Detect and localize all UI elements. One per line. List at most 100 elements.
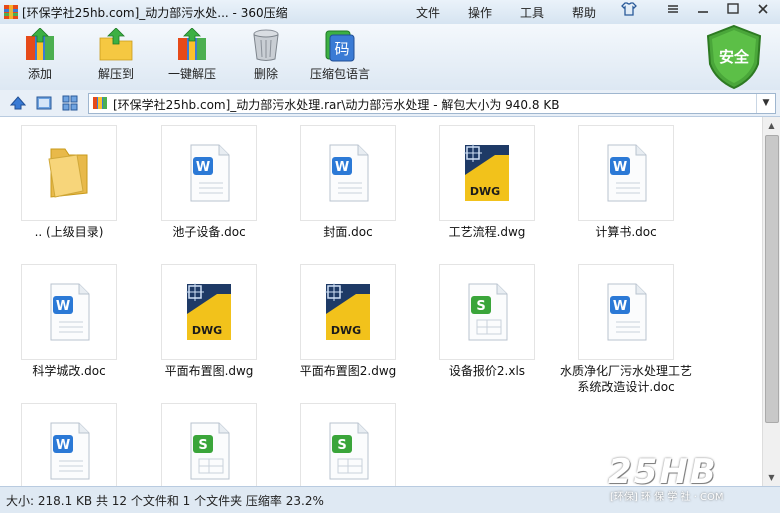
file-thumbnail: DWG: [161, 264, 257, 360]
folder-icon: [48, 148, 88, 198]
add-archive-icon: [26, 28, 54, 60]
path-dropdown-icon[interactable]: ▼: [756, 94, 775, 113]
file-item[interactable]: S 设备报价2.xls: [417, 260, 557, 392]
file-thumbnail: W: [21, 264, 117, 360]
archive-language-badge: 码: [334, 40, 349, 58]
shield-icon: 安全: [706, 24, 762, 90]
path-field[interactable]: [环保学社25hb.com]_动力部污水处理.rar\动力部污水处理 - 解包大…: [88, 93, 776, 114]
up-level-icon[interactable]: [10, 95, 26, 111]
file-thumbnail: S: [161, 403, 257, 486]
scroll-up-icon[interactable]: ▲: [763, 117, 780, 134]
vertical-scrollbar[interactable]: ▲ ▼: [762, 117, 780, 486]
word-doc-icon: W: [607, 283, 647, 341]
menu-file[interactable]: 文件: [416, 4, 440, 21]
file-name: 设备报价2.xls: [448, 364, 526, 378]
file-thumbnail: W: [161, 125, 257, 221]
excel-xls-icon: S: [329, 422, 369, 480]
svg-text:W: W: [56, 438, 70, 453]
delete-trash-icon: [253, 29, 279, 61]
file-thumbnail: DWG: [439, 125, 535, 221]
excel-xls-icon: S: [190, 422, 230, 480]
file-item[interactable]: W 封面.doc: [278, 121, 418, 253]
menu-help[interactable]: 帮助: [572, 4, 596, 21]
security-shield[interactable]: 安全: [704, 24, 764, 90]
file-thumbnail: W: [578, 264, 674, 360]
scrollbar-thumb[interactable]: [765, 135, 779, 423]
file-name: 计算书.doc: [595, 225, 657, 239]
svg-text:W: W: [196, 160, 210, 175]
file-thumbnail: DWG: [300, 264, 396, 360]
word-doc-icon: W: [190, 144, 230, 202]
delete-label: 删除: [253, 67, 278, 81]
file-name: 水质净化厂污水处理工艺 系统改造设计.doc: [556, 363, 696, 395]
extract-to-label: 解压到: [97, 67, 134, 81]
title-bar: [环保学社25hb.com]_动力部污水处... - 360压缩 文件 操作 工…: [0, 0, 780, 24]
file-item[interactable]: DWG 平面布置图.dwg: [139, 260, 279, 392]
svg-text:S: S: [476, 299, 485, 314]
svg-text:DWG: DWG: [331, 324, 361, 337]
file-thumbnail: W: [300, 125, 396, 221]
window-title: [环保学社25hb.com]_动力部污水处... - 360压缩: [22, 6, 288, 20]
app-logo-icon: [4, 5, 18, 19]
svg-text:W: W: [335, 160, 349, 175]
file-name: 平面布置图.dwg: [164, 364, 254, 378]
file-thumbnail: W: [578, 125, 674, 221]
file-item-parent-folder[interactable]: .. (上级目录): [0, 121, 139, 253]
file-item[interactable]: DWG 工艺流程.dwg: [417, 121, 557, 253]
file-name: .. (上级目录): [34, 225, 104, 239]
skin-shirt-icon[interactable]: [618, 2, 640, 20]
file-item[interactable]: W: [0, 399, 139, 486]
file-item[interactable]: W 池子设备.doc: [139, 121, 279, 253]
file-item[interactable]: S: [278, 399, 418, 486]
add-button-label: 添加: [27, 67, 52, 81]
svg-text:S: S: [198, 438, 207, 453]
dwg-file-icon: DWG: [186, 283, 231, 340]
svg-text:S: S: [337, 438, 346, 453]
dwg-file-icon: DWG: [464, 144, 509, 201]
site-watermark: 25HB [环保] 环 保 学 社 · COM: [604, 452, 774, 508]
word-doc-icon: W: [50, 283, 90, 341]
file-name: 科学城改.doc: [32, 364, 106, 378]
watermark-logo: 25HB: [608, 452, 718, 492]
word-doc-icon: W: [50, 422, 90, 480]
file-name: 封面.doc: [323, 225, 373, 239]
one-click-extract-icon: [178, 28, 206, 60]
one-click-extract-button[interactable]: 一键解压: [160, 28, 224, 88]
one-click-extract-label: 一键解压: [167, 67, 216, 81]
file-item[interactable]: W 水质净化厂污水处理工艺 系统改造设计.doc: [556, 260, 696, 395]
file-thumbnail: S: [300, 403, 396, 486]
watermark-caption: [环保] 环 保 学 社 · COM: [610, 492, 724, 503]
archive-language-label: 压缩包语言: [309, 67, 370, 81]
file-name: 工艺流程.dwg: [448, 225, 526, 239]
word-doc-icon: W: [329, 144, 369, 202]
extract-to-button[interactable]: 解压到: [84, 28, 148, 88]
address-bar: [环保学社25hb.com]_动力部污水处理.rar\动力部污水处理 - 解包大…: [0, 90, 780, 117]
status-text: 大小: 218.1 KB 共 12 个文件和 1 个文件夹 压缩率 23.2%: [6, 494, 324, 508]
extract-to-icon: [99, 28, 133, 61]
maximize-button[interactable]: [722, 2, 744, 20]
add-button[interactable]: 添加: [8, 28, 72, 88]
file-name-line: 水质净化厂污水处理工艺: [559, 364, 692, 378]
archive-language-icon: 码: [325, 30, 355, 62]
menu-dropdown-icon[interactable]: [662, 2, 684, 20]
file-thumbnail: S: [439, 264, 535, 360]
file-item[interactable]: S: [139, 399, 279, 486]
thumbnail-view-icon[interactable]: [62, 95, 78, 111]
archive-language-button[interactable]: 码 压缩包语言: [308, 28, 372, 88]
file-grid: .. (上级目录) W 池子设备.doc W 封面.doc DWG 工艺流程.d…: [0, 117, 762, 486]
security-label: 安全: [719, 48, 750, 66]
file-name: 池子设备.doc: [172, 225, 246, 239]
file-name-line: 系统改造设计.doc: [577, 380, 675, 394]
file-item[interactable]: DWG 平面布置图2.dwg: [278, 260, 418, 392]
list-view-icon[interactable]: [36, 95, 52, 111]
close-button[interactable]: [752, 2, 774, 20]
svg-text:W: W: [613, 160, 627, 175]
menu-tools[interactable]: 工具: [520, 4, 544, 21]
file-item[interactable]: W 科学城改.doc: [0, 260, 139, 392]
delete-button[interactable]: 删除: [234, 28, 298, 88]
minimize-button[interactable]: [692, 2, 714, 20]
file-name: 平面布置图2.dwg: [299, 364, 397, 378]
menu-operation[interactable]: 操作: [468, 4, 492, 21]
svg-text:W: W: [56, 299, 70, 314]
file-item[interactable]: W 计算书.doc: [556, 121, 696, 253]
